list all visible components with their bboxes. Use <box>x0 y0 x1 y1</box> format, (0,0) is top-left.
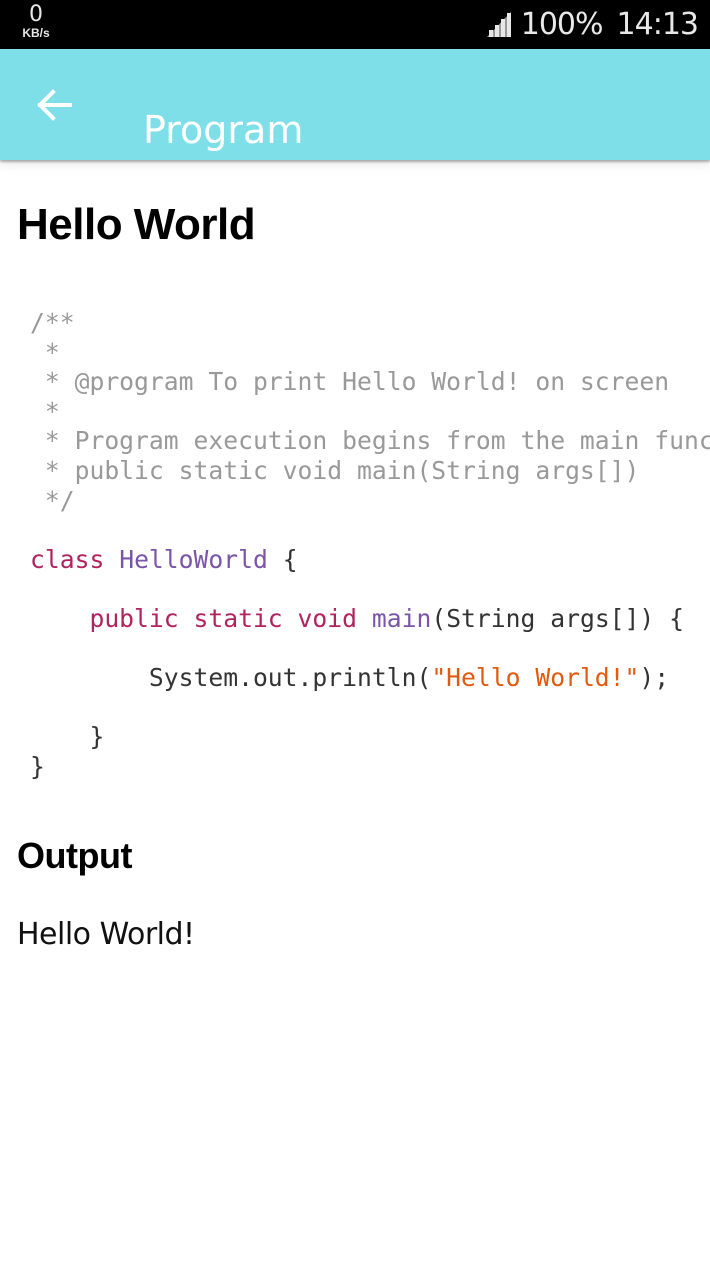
code-line: * Program execution begins from the main… <box>30 426 710 456</box>
network-speed-value: 0 <box>29 2 43 27</box>
code-line: public static void main(String args[]) { <box>30 604 710 634</box>
code-token-keyword: public static void <box>89 603 357 633</box>
code-line: * <box>30 338 710 368</box>
code-line: } <box>30 752 710 782</box>
code-token-string: "Hello World!" <box>431 663 640 693</box>
code-token-plain: { <box>267 544 298 574</box>
code-token-comment: */ <box>30 485 75 515</box>
code-line: System.out.println("Hello World!"); <box>30 663 710 693</box>
network-speed-unit: KB/s <box>22 26 50 40</box>
arrow-left-icon <box>37 89 72 121</box>
code-token-plain: } <box>30 722 105 752</box>
back-button[interactable] <box>30 82 80 128</box>
battery-level: 100% <box>520 6 604 42</box>
code-token-comment: * @program To print Hello World! on scre… <box>30 367 670 397</box>
clock: 14:13 <box>616 6 699 42</box>
app-bar-title: Program <box>143 108 304 153</box>
code-token-plain: (String args[]) { <box>431 603 685 633</box>
status-indicators: 100% 14:13 <box>485 6 699 42</box>
code-line: * public static void main(String args[]) <box>30 456 710 486</box>
code-block: /** * * @program To print Hello World! o… <box>30 308 710 782</box>
code-line: /** <box>30 308 710 338</box>
code-token-comment: /** <box>30 308 75 337</box>
code-token-plain: ); <box>639 663 670 693</box>
program-title: Hello World <box>17 200 256 249</box>
code-line: } <box>30 722 710 752</box>
code-token-plain: } <box>30 751 45 781</box>
output-text: Hello World! <box>17 917 195 952</box>
code-token-type: HelloWorld <box>119 544 268 574</box>
code-token-keyword: class <box>30 544 105 574</box>
status-bar: 0 KB/s 100% 14:13 <box>0 0 710 49</box>
code-token-comment: * Program execution begins from the main… <box>30 426 710 456</box>
code-token-comment: * <box>30 337 60 367</box>
code-token-comment: * public static void main(String args[]) <box>30 455 640 485</box>
code-token-type: main <box>371 603 432 633</box>
code-line: */ <box>30 486 710 516</box>
app-bar: Program <box>0 49 710 160</box>
code-line: class HelloWorld { <box>30 545 710 575</box>
code-line: * <box>30 397 710 427</box>
output-heading: Output <box>17 835 132 876</box>
code-token-comment: * <box>30 396 60 426</box>
network-speed-indicator: 0 KB/s <box>16 2 56 40</box>
code-line: * @program To print Hello World! on scre… <box>30 367 710 397</box>
code-token-plain: System.out.println( <box>30 663 432 693</box>
cell-signal-icon <box>486 12 511 37</box>
